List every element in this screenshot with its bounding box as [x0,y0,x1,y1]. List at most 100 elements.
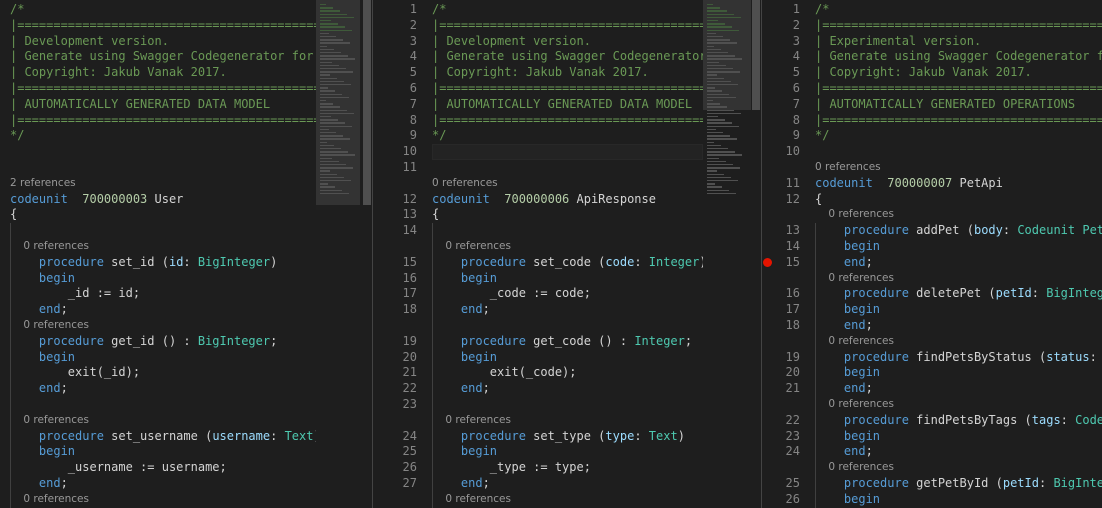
line-number[interactable]: 23 [762,429,800,445]
editor-pane-left[interactable]: /* |=====================================… [0,0,316,508]
line-number[interactable]: 21 [762,381,800,397]
line-number[interactable]: 17 [377,286,417,302]
line-number[interactable]: 22 [762,413,800,429]
code-area[interactable]: /* |=====================================… [10,0,316,508]
line-number[interactable]: 2 [377,18,417,34]
codelens-references[interactable]: 2 references [10,176,316,192]
code-token: : [634,254,649,269]
line-number[interactable]: 15 [377,255,417,271]
line-number[interactable]: 21 [377,365,417,381]
code-token: | Development version. [432,33,591,48]
codelens-references[interactable]: 0 references [432,413,703,429]
line-number[interactable]: 8 [377,113,417,129]
code-area[interactable]: /* |=====================================… [815,0,1102,508]
line-number[interactable]: 12 [762,192,800,208]
codelens-references[interactable]: 0 references [815,334,1102,350]
codelens-references[interactable]: 0 references [815,207,1102,223]
line-number[interactable]: 26 [377,460,417,476]
minimap-line [320,29,352,31]
line-number[interactable]: 1 [377,2,417,18]
line-number[interactable]: 19 [377,334,417,350]
line-number[interactable]: 24 [377,429,417,445]
scrollbar-thumb[interactable] [752,0,760,110]
code-token: : [634,428,649,443]
line-number[interactable]: 10 [762,144,800,160]
code-area[interactable]: /* |=====================================… [432,0,703,508]
line-number[interactable]: 13 [377,207,417,223]
code-line: | Development version. [432,34,703,50]
codelens-references[interactable]: 0 references [432,176,703,192]
minimap-line [707,135,730,137]
code-token: : [1089,349,1097,364]
line-number[interactable]: 9 [762,128,800,144]
minimap-left[interactable] [316,0,360,210]
line-number[interactable]: 20 [377,350,417,366]
code-token: begin [38,444,76,459]
minimap-line [707,4,713,6]
line-number[interactable]: 3 [762,34,800,50]
line-number[interactable]: 4 [377,49,417,65]
code-token: set_type ( [525,428,606,443]
line-number[interactable]: 26 [762,492,800,508]
line-number[interactable]: 14 [377,223,417,239]
line-number[interactable]: 2 [762,18,800,34]
line-number[interactable]: 1 [762,2,800,18]
line-number[interactable]: 25 [762,476,800,492]
code-token: : [270,428,285,443]
line-number[interactable]: 6 [377,81,417,97]
codelens-references[interactable]: 0 references [815,271,1102,287]
code-line: begin [432,271,703,287]
line-number[interactable]: 17 [762,302,800,318]
scrollbar-left[interactable] [362,0,372,508]
code-line: end; [815,381,1102,397]
editor-pane-right[interactable]: 1 2 3 4 5 6 7 8 9 10 11 12 13 14 15 16 17 18 19 20 21 22 23 24 2… [762,0,1102,508]
minimap-line [320,36,336,38]
line-number[interactable]: 11 [377,160,417,176]
codelens-references[interactable]: 0 references [10,413,316,429]
line-number[interactable]: 18 [762,318,800,334]
codelens-references[interactable]: 0 references [10,318,316,334]
line-number[interactable]: 4 [762,49,800,65]
code-line: codeunit 700000003 User [10,192,316,208]
scrollbar-thumb[interactable] [363,0,371,205]
line-number[interactable]: 7 [762,97,800,113]
line-number[interactable]: 14 [762,239,800,255]
line-number[interactable]: 16 [377,271,417,287]
line-number[interactable]: 18 [377,302,417,318]
line-number[interactable]: 27 [377,476,417,492]
line-number[interactable]: 20 [762,365,800,381]
codelens-references[interactable]: 0 references [432,239,703,255]
minimap-middle[interactable] [703,0,751,195]
line-number[interactable]: 16 [762,286,800,302]
line-number[interactable]: 11 [762,176,800,192]
codelens-references[interactable]: 0 references [432,492,703,508]
line-number[interactable]: 25 [377,444,417,460]
line-number[interactable]: 23 [377,397,417,413]
line-number[interactable]: 24 [762,444,800,460]
code-line: _code := code; [432,286,703,302]
minimap-line [320,125,352,127]
line-number[interactable]: 7 [377,97,417,113]
scrollbar-middle[interactable] [751,0,761,508]
code-line: procedure findPetsByTags (tags: Codeunit… [815,413,1102,429]
line-number[interactable]: 12 [377,192,417,208]
minimap-line [707,48,721,51]
line-number[interactable]: 8 [762,113,800,129]
line-number[interactable]: 22 [377,381,417,397]
codelens-references[interactable]: 0 references [815,460,1102,476]
line-number[interactable]: 5 [377,65,417,81]
codelens-references[interactable]: 0 references [10,239,316,255]
line-number[interactable]: 5 [762,65,800,81]
codelens-references[interactable]: 0 references [10,492,316,508]
line-number[interactable]: 6 [762,81,800,97]
code-line: | AUTOMATICALLY GENERATED OPERATIONS [815,97,1102,113]
codelens-references[interactable]: 0 references [815,397,1102,413]
line-number[interactable]: 19 [762,350,800,366]
line-number[interactable]: 13 [762,223,800,239]
codelens-references[interactable]: 0 references [815,160,1102,176]
editor-pane-middle[interactable]: 1 2 3 4 5 6 7 8 9 10 11 12 13 14 15 16 17 18 19 20 21 22 23 24 2… [373,0,703,508]
line-number[interactable]: 10 [377,144,417,160]
line-number[interactable]: 3 [377,34,417,50]
code-token: petId [1002,476,1039,490]
line-number[interactable]: 9 [377,128,417,144]
